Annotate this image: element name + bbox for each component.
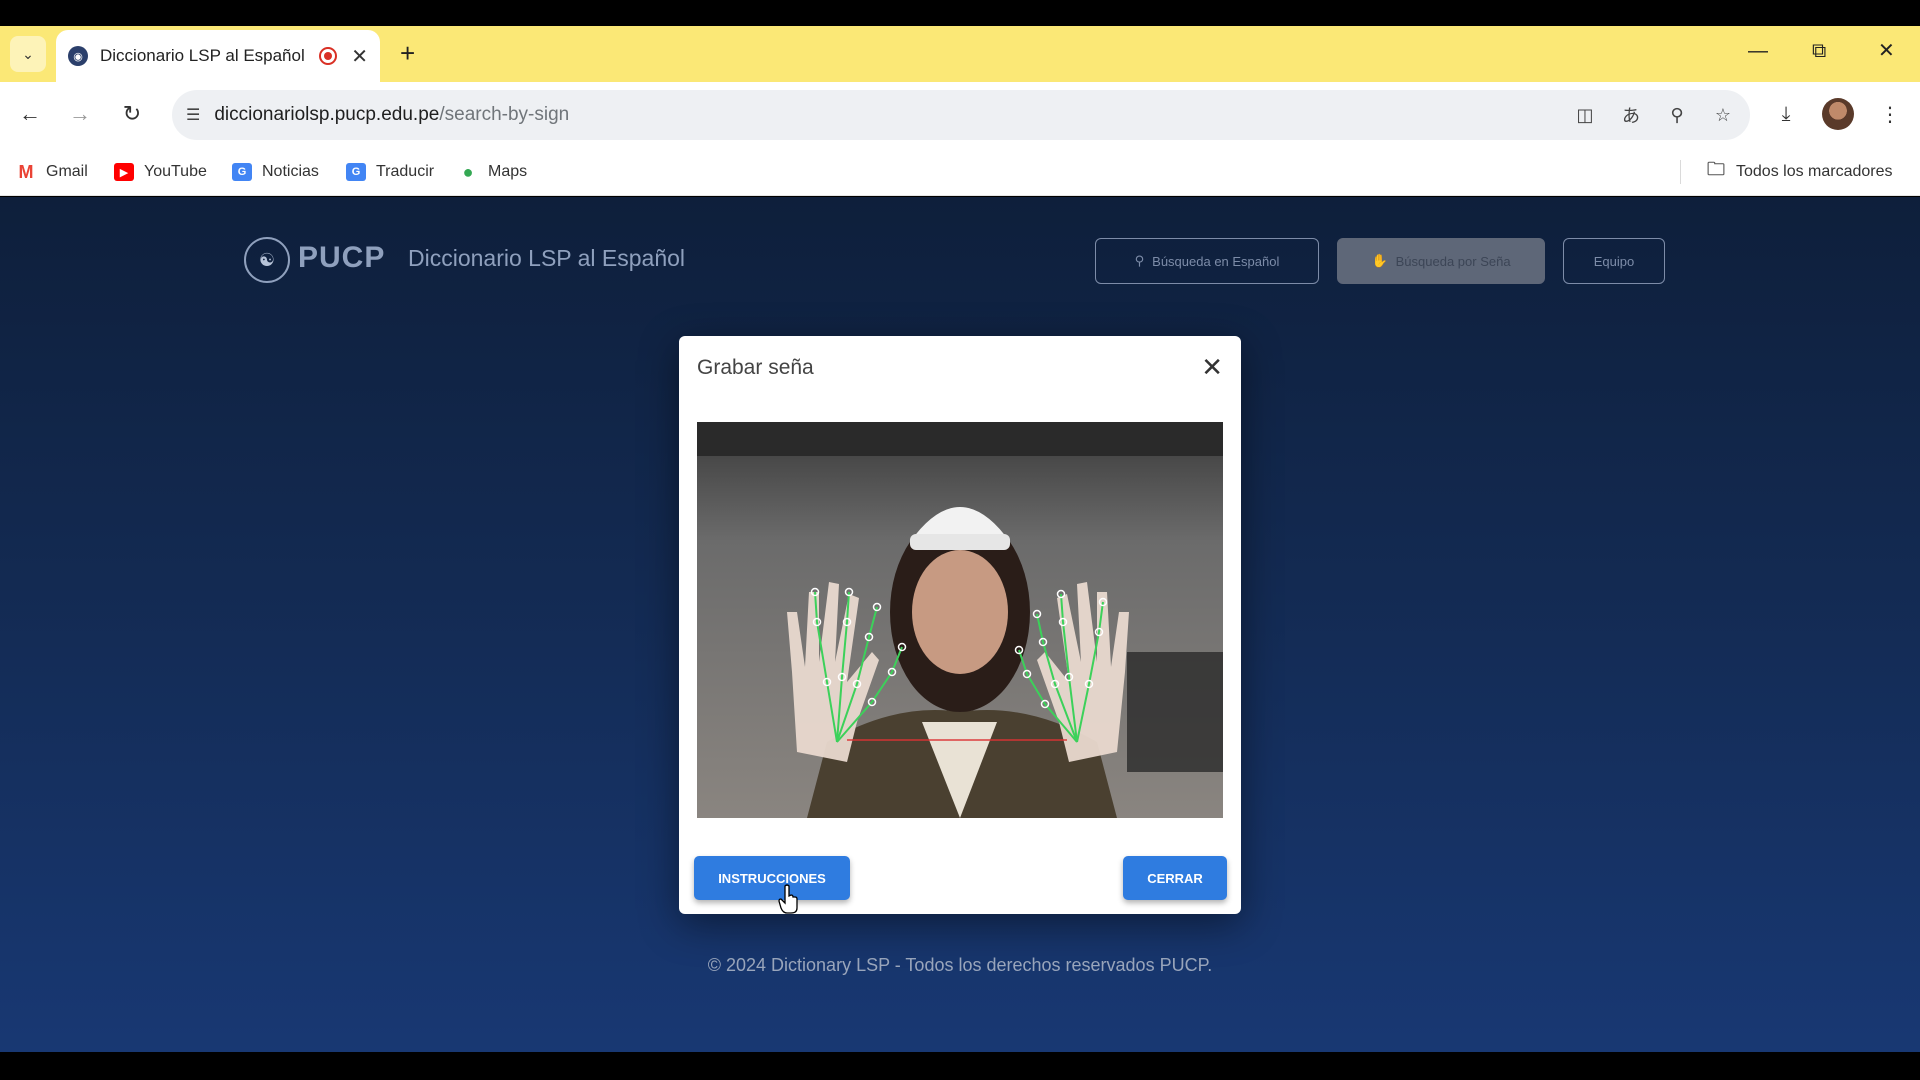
nav-spanish-search[interactable]: ⚲ Búsqueda en Español xyxy=(1095,238,1319,284)
all-bookmarks-label: Todos los marcadores xyxy=(1736,163,1893,180)
browser-toolbar: ← → ↻ ☰ diccionariolsp.pucp.edu.pe/searc… xyxy=(0,82,1920,148)
tab-title: Diccionario LSP al Español xyxy=(100,46,305,65)
bookmarks-bar: M Gmail ▶ YouTube G Noticias G Traducir … xyxy=(0,148,1920,196)
new-tab-button[interactable]: + xyxy=(400,38,415,68)
bookmark-traducir[interactable]: G Traducir xyxy=(346,160,434,184)
site-brand: PUCP xyxy=(298,241,386,274)
bookmark-label: Maps xyxy=(488,163,528,180)
back-button[interactable]: ← xyxy=(12,96,48,132)
zoom-icon[interactable]: ⚲ xyxy=(1666,105,1688,126)
download-icon: ⤓ xyxy=(1781,102,1791,125)
omnibox-actions: ◫ あ ⚲ ☆ xyxy=(1574,90,1734,140)
close-window-button[interactable]: ✕ xyxy=(1878,36,1895,66)
close-modal-button[interactable]: CERRAR xyxy=(1123,856,1227,900)
chevron-down-icon: ⌄ xyxy=(22,45,34,62)
site-title: Diccionario LSP al Español xyxy=(408,245,686,271)
bookmark-noticias[interactable]: G Noticias xyxy=(232,160,319,184)
reload-button[interactable]: ↻ xyxy=(114,96,150,132)
all-bookmarks[interactable]: 🗀 Todos los marcadores xyxy=(1706,159,1893,184)
search-icon: ⚲ xyxy=(1134,253,1145,268)
url-host: diccionariolsp.pucp.edu.pe xyxy=(214,104,440,125)
nav-team[interactable]: Equipo xyxy=(1563,238,1665,284)
nav-sign-search[interactable]: ✋ Búsqueda por Seña xyxy=(1337,238,1545,284)
modal-title: Grabar seña xyxy=(697,356,814,379)
camera-in-use-icon[interactable]: ◫ xyxy=(1574,105,1596,126)
folder-icon: 🗀 xyxy=(1707,159,1725,179)
forward-button[interactable]: → xyxy=(62,96,98,132)
reload-icon: ↻ xyxy=(122,101,142,126)
downloads-button[interactable]: ⤓ xyxy=(1768,96,1804,132)
bookmark-label: Gmail xyxy=(46,163,88,180)
youtube-icon: ▶ xyxy=(114,163,134,181)
screen: ⌄ ◉ Diccionario LSP al Español ✕ + — ⧉ ✕… xyxy=(0,0,1920,1080)
profile-avatar[interactable] xyxy=(1822,98,1854,130)
camera-preview xyxy=(697,422,1223,818)
nav-label: Búsqueda por Seña xyxy=(1395,253,1511,269)
bookmarks-separator xyxy=(1680,160,1681,184)
nav-label: Equipo xyxy=(1593,253,1635,269)
bookmark-star-icon[interactable]: ☆ xyxy=(1712,105,1734,126)
bookmark-label: Traducir xyxy=(376,163,435,180)
translate-page-icon[interactable]: あ xyxy=(1620,102,1642,128)
hand-icon: ✋ xyxy=(1371,253,1388,268)
site-settings-icon[interactable]: ☰ xyxy=(186,105,200,125)
record-sign-modal: Grabar seña ✕ INSTRUCCIONES CERRAR xyxy=(679,336,1241,914)
close-tab-icon[interactable]: ✕ xyxy=(351,44,368,69)
arrow-right-icon: → xyxy=(69,101,91,126)
restore-button[interactable]: ⧉ xyxy=(1812,36,1826,66)
translate-icon: G xyxy=(346,163,366,181)
bookmark-gmail[interactable]: M Gmail xyxy=(16,160,88,184)
menu-button[interactable]: ⋮ xyxy=(1872,96,1908,132)
arrow-left-icon: ← xyxy=(19,101,41,126)
webcam-feed xyxy=(697,422,1223,818)
bookmark-label: Noticias xyxy=(262,163,319,180)
news-icon: G xyxy=(232,163,252,181)
kebab-menu-icon: ⋮ xyxy=(1880,103,1900,126)
address-bar[interactable]: ☰ diccionariolsp.pucp.edu.pe/search-by-s… xyxy=(172,90,1750,140)
bookmark-label: YouTube xyxy=(144,163,207,180)
tab-strip: ⌄ ◉ Diccionario LSP al Español ✕ + — ⧉ ✕ xyxy=(0,26,1920,82)
gmail-icon: M xyxy=(18,161,34,182)
instructions-button[interactable]: INSTRUCCIONES xyxy=(694,856,850,900)
maps-icon: ● xyxy=(462,161,474,182)
bookmark-youtube[interactable]: ▶ YouTube xyxy=(114,160,207,184)
bookmark-maps[interactable]: ● Maps xyxy=(458,160,528,184)
recording-icon xyxy=(319,47,338,65)
hand-cursor-icon xyxy=(778,884,798,914)
browser-tab[interactable]: ◉ Diccionario LSP al Español ✕ xyxy=(56,30,380,82)
modal-close-icon[interactable]: ✕ xyxy=(1201,354,1223,380)
pucp-logo-icon: ☯ xyxy=(244,237,290,283)
minimize-button[interactable]: — xyxy=(1748,36,1768,66)
pucp-favicon-icon: ◉ xyxy=(68,46,88,66)
tab-search-button[interactable]: ⌄ xyxy=(10,36,46,72)
url-path: /search-by-sign xyxy=(439,104,570,125)
footer: © 2024 Dictionary LSP - Todos los derech… xyxy=(707,955,1213,975)
nav-label: Búsqueda en Español xyxy=(1152,253,1280,269)
